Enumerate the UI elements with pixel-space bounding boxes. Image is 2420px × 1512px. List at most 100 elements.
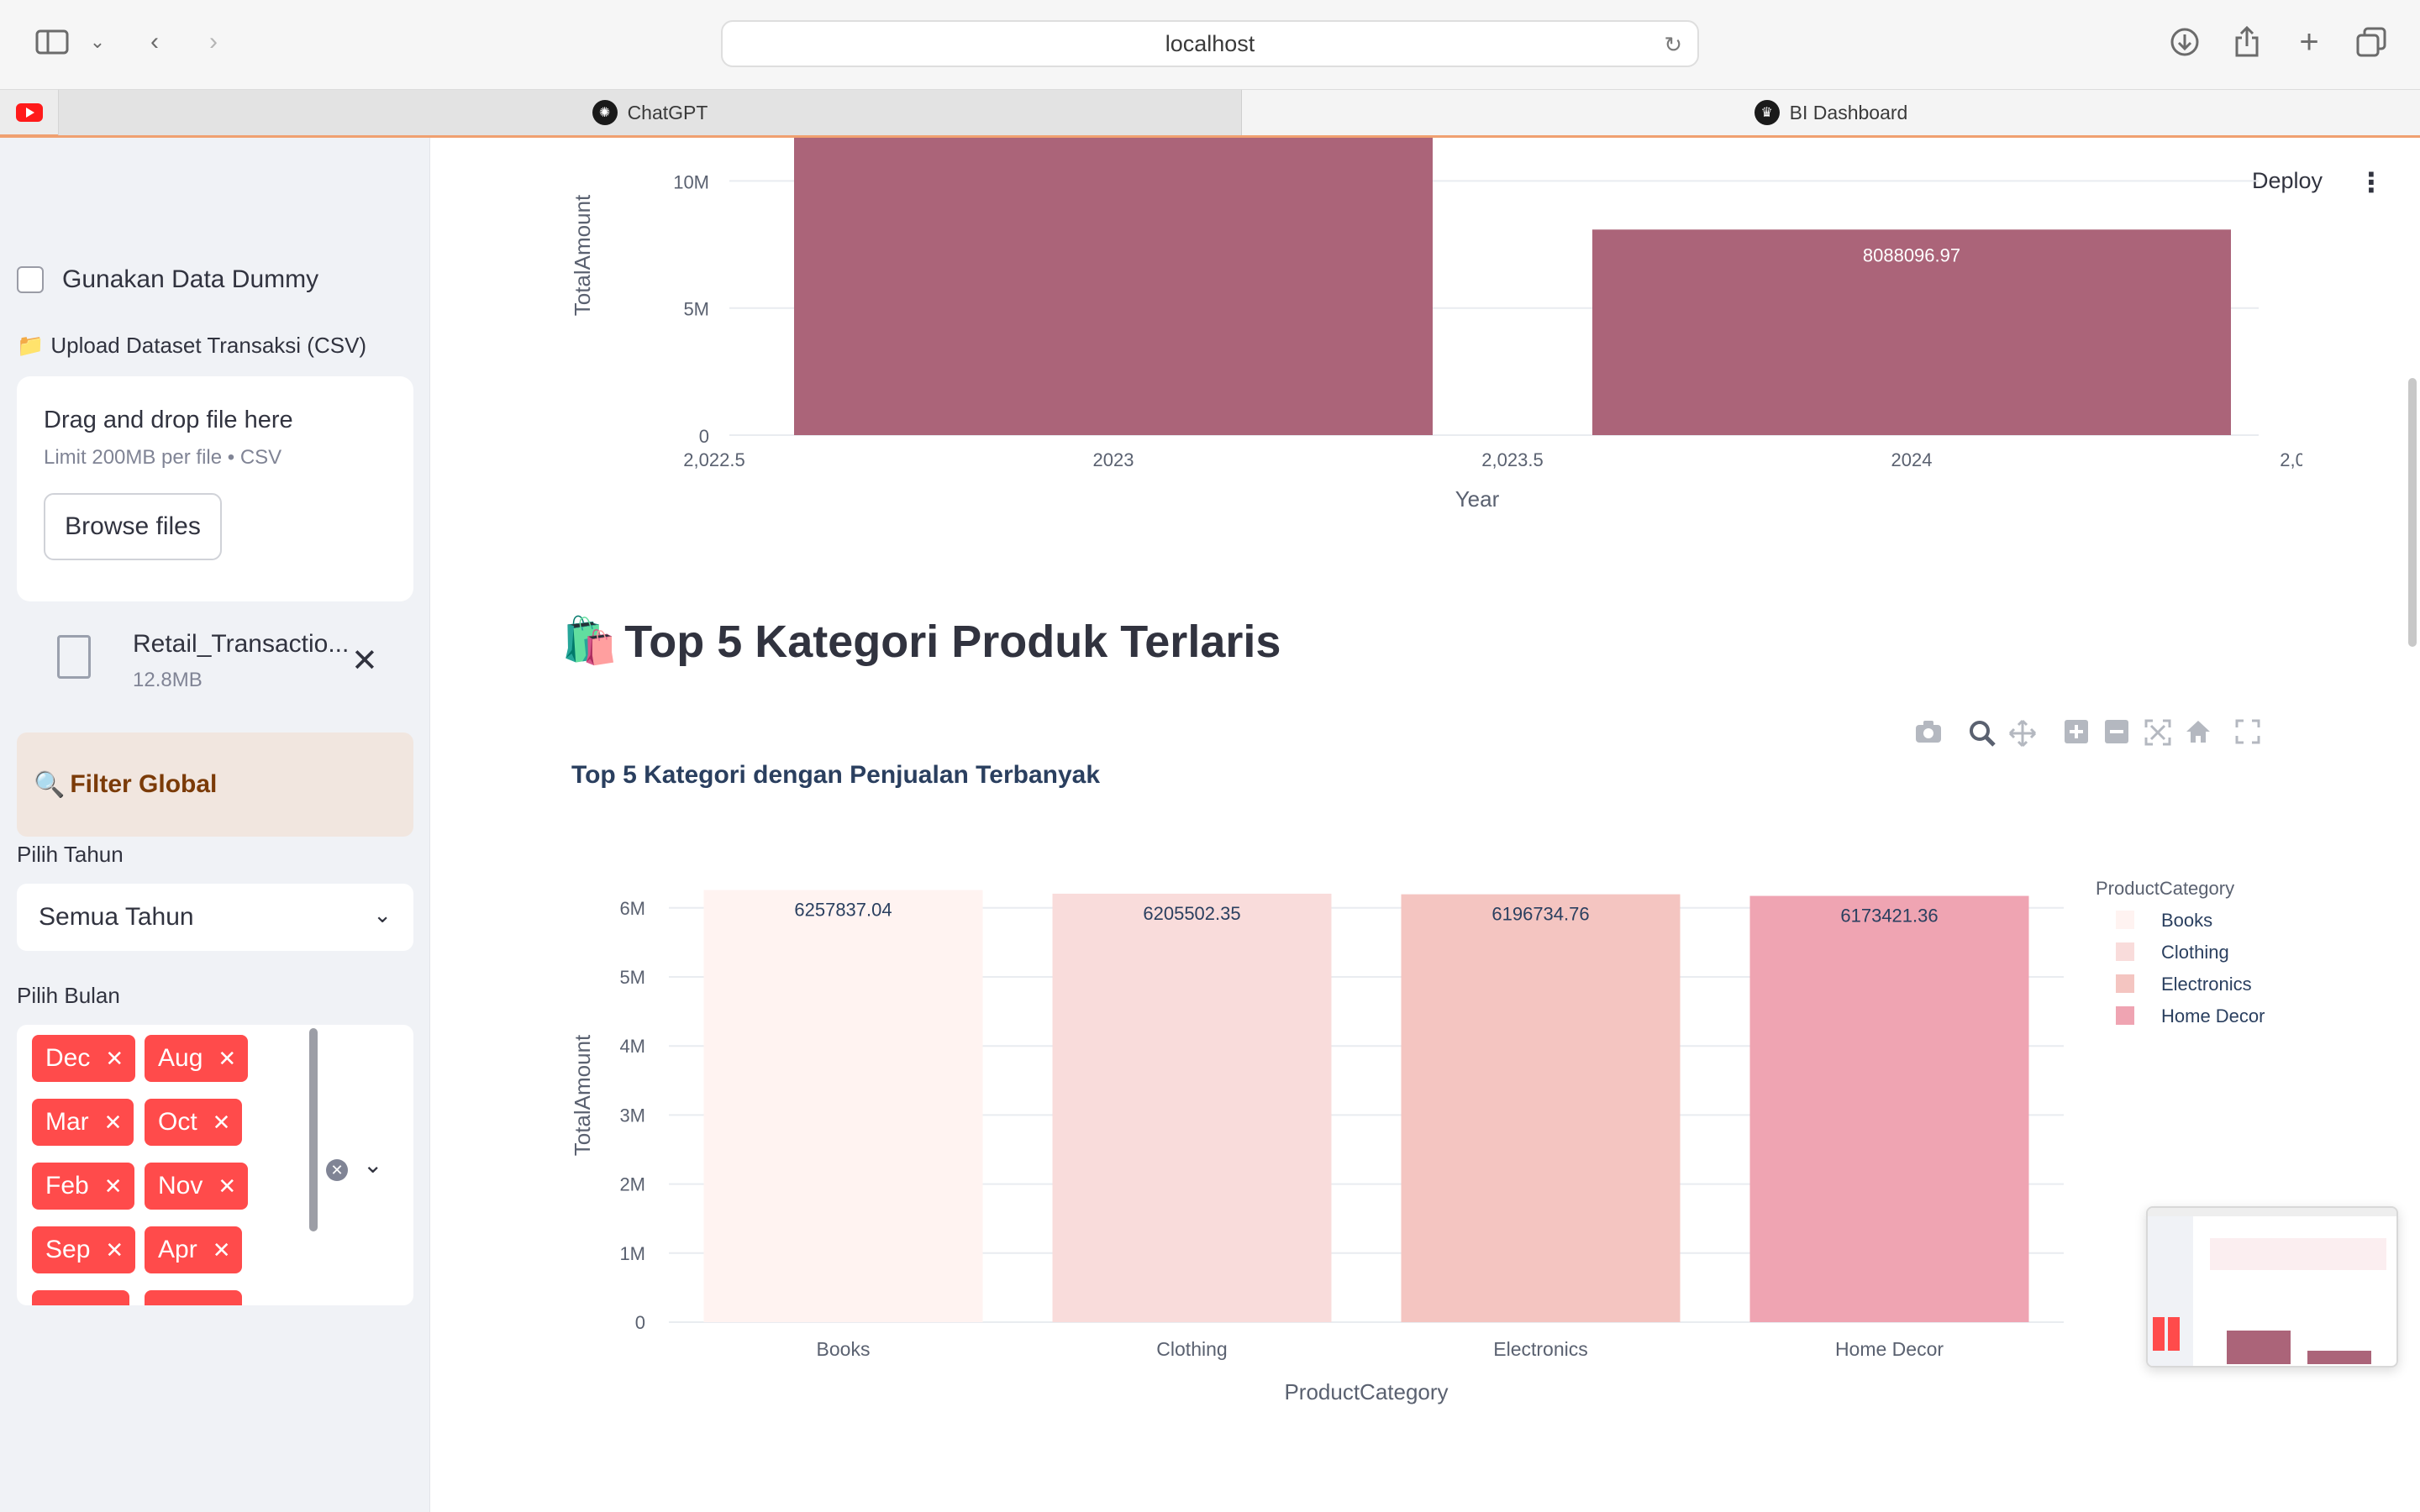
clear-icon[interactable]: ✕: [326, 1159, 348, 1181]
y-tick-label: 2M: [619, 1174, 645, 1195]
month-chip[interactable]: Mar ✕: [32, 1099, 134, 1146]
address-bar[interactable]: localhost ↻: [721, 20, 1699, 67]
month-chip[interactable]: Sep ✕: [32, 1226, 136, 1273]
x-tick-label: 2024: [1891, 449, 1933, 470]
bar-data-label: 6257837.04: [794, 900, 892, 921]
more-options-icon[interactable]: ⋮: [2358, 166, 2385, 198]
tab-strip: ✺ ChatGPT ♛ BI Dashboard: [0, 89, 2420, 138]
zoom-out-icon[interactable]: [2104, 719, 2129, 750]
dummy-data-checkbox[interactable]: [17, 266, 44, 293]
category-bar: [703, 890, 983, 1322]
tab-youtube[interactable]: [0, 90, 59, 135]
pan-icon[interactable]: [2008, 719, 2037, 753]
x-axis-title: Year: [1455, 486, 1500, 512]
crown-icon: ♛: [1754, 100, 1780, 125]
shopping-bags-icon: 🛍️: [561, 616, 618, 666]
y-tick-label: 10M: [673, 171, 709, 192]
forward-icon[interactable]: ›: [195, 24, 232, 60]
tab-bi-dashboard[interactable]: ♛ BI Dashboard: [1242, 90, 2420, 135]
autoscale-icon[interactable]: [2144, 719, 2171, 752]
chatgpt-icon: ✺: [592, 100, 618, 125]
year-select[interactable]: Semua Tahun ⌄: [17, 884, 413, 951]
chip-label: Oct: [158, 1108, 197, 1136]
chevron-down-icon[interactable]: ⌄: [363, 1151, 382, 1179]
new-tab-icon[interactable]: +: [2291, 24, 2328, 60]
y-tick-label: 6M: [619, 898, 645, 919]
upload-label: 📁 Upload Dataset Transaksi (CSV): [17, 333, 366, 359]
browser-toolbar: ⌄ ‹ › localhost ↻ +: [0, 0, 2420, 89]
dropzone-title: Drag and drop file here: [44, 407, 293, 433]
file-dropzone[interactable]: Drag and drop file here Limit 200MB per …: [17, 376, 413, 601]
chip-remove-icon[interactable]: ✕: [104, 1110, 123, 1136]
page-scrollbar[interactable]: [2408, 378, 2417, 647]
filter-global-header: 🔍 Filter Global: [17, 732, 413, 837]
sidebar-toggle-icon[interactable]: [34, 24, 71, 60]
legend-item: Books: [2161, 910, 2212, 931]
category-bar: [1401, 894, 1681, 1322]
month-multiselect[interactable]: Dec ✕ Aug ✕ Mar ✕ Oct ✕ Feb ✕ Nov ✕ Sep ✕ Apr ✕ …: [17, 1025, 413, 1305]
chip-remove-icon[interactable]: ✕: [213, 1237, 231, 1263]
x-tick-label: Books: [817, 1338, 871, 1360]
section-title-text: Top 5 Kategori Produk Terlaris: [624, 616, 1281, 667]
browse-files-button[interactable]: Browse files: [44, 493, 222, 560]
y-tick-label: 1M: [619, 1243, 645, 1264]
year-bar: [794, 138, 1433, 435]
tab-label: ChatGPT: [627, 101, 708, 123]
month-chip[interactable]: Feb ✕: [32, 1163, 134, 1210]
chart-title: Top 5 Kategori dengan Penjualan Terbanya…: [571, 761, 1101, 789]
chip-remove-icon[interactable]: ✕: [218, 1173, 236, 1200]
zoom-in-icon[interactable]: [2064, 719, 2089, 750]
chip-remove-icon[interactable]: ✕: [104, 1173, 123, 1200]
tab-overview-icon[interactable]: [2353, 24, 2390, 60]
fullscreen-icon[interactable]: [2235, 719, 2260, 750]
chip-label: Nov: [158, 1172, 203, 1200]
month-label: Pilih Bulan: [17, 983, 120, 1008]
uploaded-file: Retail_Transactio... 12.8MB ✕: [50, 622, 403, 697]
chevron-down-icon[interactable]: ⌄: [79, 24, 116, 60]
month-chip[interactable]: Oct ✕: [145, 1099, 243, 1146]
download-icon[interactable]: [2166, 24, 2203, 60]
dummy-data-checkbox-row[interactable]: Gunakan Data Dummy: [17, 265, 318, 294]
month-chip-partial[interactable]: [32, 1290, 129, 1305]
month-chip-partial[interactable]: [145, 1290, 242, 1305]
x-axis-title: ProductCategory: [1284, 1379, 1448, 1404]
month-chip[interactable]: Aug ✕: [145, 1035, 249, 1082]
month-chip[interactable]: Nov ✕: [145, 1163, 249, 1210]
month-chip[interactable]: Dec ✕: [32, 1035, 136, 1082]
multiselect-scrollbar[interactable]: [309, 1028, 318, 1231]
zoom-icon[interactable]: [1968, 719, 1996, 753]
legend-item: Electronics: [2161, 974, 2252, 995]
y-tick-label: 0: [635, 1312, 645, 1333]
category-bar: [1749, 895, 2029, 1322]
month-chip[interactable]: Apr ✕: [145, 1226, 243, 1273]
bar-data-label: 8088096.97: [1863, 244, 1960, 265]
chip-remove-icon[interactable]: ✕: [105, 1046, 124, 1072]
youtube-icon: [15, 103, 43, 122]
category-bar-chart: 0 1M 2M 3M 4M 5M 6M 6257837.04 Books 6205502.35 Cl…: [570, 878, 2265, 1404]
remove-file-icon[interactable]: ✕: [351, 642, 378, 680]
camera-icon[interactable]: [1914, 719, 1943, 750]
x-tick-label: Electronics: [1493, 1338, 1587, 1360]
chip-remove-icon[interactable]: ✕: [213, 1110, 231, 1136]
reload-icon[interactable]: ↻: [1664, 32, 1682, 58]
home-icon[interactable]: [2185, 719, 2212, 750]
back-icon[interactable]: ‹: [136, 24, 173, 60]
tab-chatgpt[interactable]: ✺ ChatGPT: [59, 90, 1242, 135]
tab-label: BI Dashboard: [1789, 101, 1908, 123]
share-icon[interactable]: [2228, 24, 2265, 60]
legend-item: Home Decor: [2161, 1005, 2265, 1026]
dummy-data-label: Gunakan Data Dummy: [62, 265, 319, 293]
page-thumbnail-preview[interactable]: [2146, 1206, 2398, 1368]
legend-item: Clothing: [2161, 942, 2229, 963]
y-tick-label: 0: [699, 426, 709, 447]
section-title: 🛍️ Top 5 Kategori Produk Terlaris: [561, 615, 1281, 668]
chip-remove-icon[interactable]: ✕: [218, 1046, 236, 1072]
dropzone-limit: Limit 200MB per file • CSV: [44, 446, 282, 469]
chip-label: Dec: [45, 1044, 91, 1072]
chip-remove-icon[interactable]: ✕: [105, 1237, 124, 1263]
bar-data-label: 6173421.36: [1840, 906, 1938, 927]
category-bar: [1052, 893, 1332, 1322]
x-tick-label: Home Decor: [1835, 1338, 1944, 1360]
x-tick-label: 2023: [1093, 449, 1134, 470]
year-label: Pilih Tahun: [17, 842, 124, 867]
